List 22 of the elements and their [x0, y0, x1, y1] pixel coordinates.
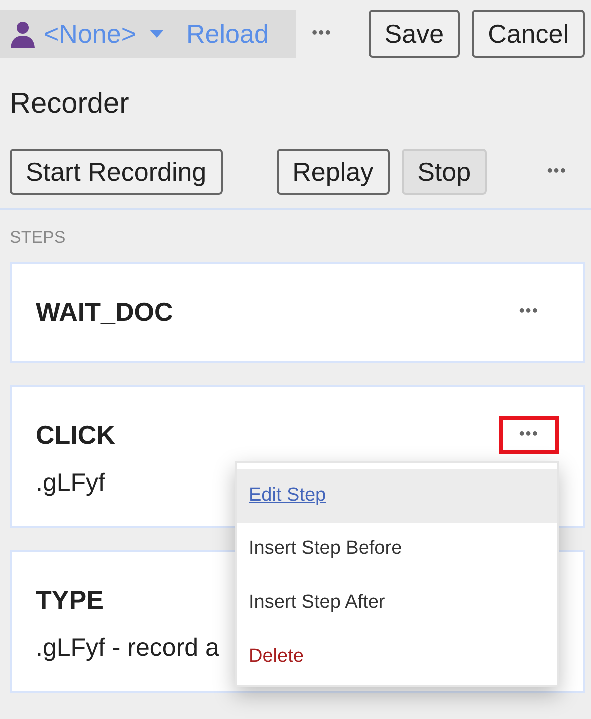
step-more-button[interactable]: ••• [499, 293, 559, 331]
menu-item[interactable]: Insert Step Before [237, 523, 557, 577]
step-more-button[interactable]: ••• [499, 416, 559, 454]
caret-icon [148, 29, 165, 39]
step-name: WAIT_DOC [36, 296, 174, 328]
toolbar-button[interactable]: Save [368, 10, 460, 58]
step-name: CLICK [36, 420, 116, 450]
user-icon [10, 20, 36, 48]
toolbar-button[interactable]: Cancel [472, 10, 585, 58]
step-name: TYPE [36, 584, 104, 616]
step-card[interactable]: WAIT_DOC ••• [10, 262, 585, 363]
step-detail: .gLFyf [36, 469, 106, 498]
menu-item[interactable]: Edit Step [237, 469, 557, 523]
step-detail: .gLFyf - record a [36, 634, 220, 663]
section-heading: STEPS [9, 227, 67, 248]
menu-item[interactable]: Delete [237, 631, 557, 685]
page-title: Recorder [9, 87, 130, 122]
more-button[interactable]: ••• [308, 25, 336, 43]
menu-item[interactable]: Insert Step After [237, 577, 557, 631]
action-button[interactable]: Start Recording [10, 149, 223, 195]
more-button[interactable]: ••• [543, 163, 571, 181]
action-button[interactable]: Replay [276, 149, 390, 195]
